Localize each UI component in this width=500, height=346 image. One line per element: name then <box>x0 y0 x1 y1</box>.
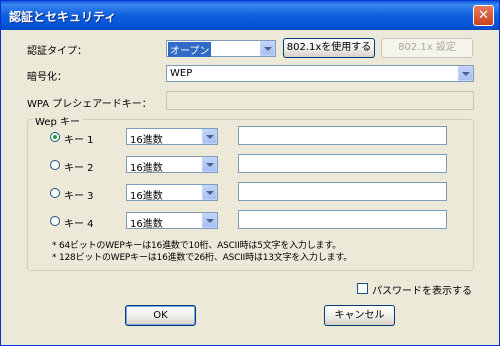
key-1-format-select[interactable]: 16進数 <box>126 128 218 146</box>
chevron-down-icon[interactable] <box>202 213 217 228</box>
encryption-label: 暗号化： <box>27 72 67 83</box>
key-1-radio[interactable] <box>50 132 60 142</box>
key-1-label: キー 1 <box>64 135 94 146</box>
wpa-psk-field[interactable] <box>166 91 474 110</box>
close-button[interactable]: ✕ <box>473 5 494 26</box>
wep-note-128bit: * 128ビットのWEPキーは16進数で26桁、ASCII時は13文字を入力しま… <box>52 253 353 263</box>
title-bar[interactable]: 認証とセキュリティ ✕ <box>1 1 499 30</box>
key-3-format-select[interactable]: 16進数 <box>126 184 218 202</box>
key-3-format-value: 16進数 <box>130 191 163 202</box>
show-password-label: パスワードを表示する <box>372 286 472 297</box>
key-2-input[interactable] <box>238 154 447 173</box>
key-2-radio[interactable] <box>50 160 60 170</box>
key-4-label: キー 4 <box>64 219 94 230</box>
dialog-window: 認証とセキュリティ ✕ 認証タイプ： オープン 802.1xを使用する 802.… <box>0 0 500 346</box>
key-1-input[interactable] <box>238 126 447 145</box>
key-2-format-select[interactable]: 16進数 <box>126 156 218 174</box>
key-3-radio[interactable] <box>50 188 60 198</box>
8021x-settings-button[interactable]: 802.1x 設定 <box>381 38 473 58</box>
close-icon: ✕ <box>478 8 489 23</box>
key-4-format-value: 16進数 <box>130 219 163 230</box>
encryption-value: WEP <box>170 68 193 79</box>
chevron-down-icon[interactable] <box>260 41 275 56</box>
chevron-down-icon[interactable] <box>458 66 473 81</box>
key-4-input[interactable] <box>238 210 447 229</box>
auth-type-select[interactable]: オープン <box>166 40 276 57</box>
key-4-radio[interactable] <box>50 216 60 226</box>
wep-key-group-title: Wep キー <box>33 113 82 128</box>
key-3-label: キー 3 <box>64 191 94 202</box>
chevron-down-icon[interactable] <box>202 157 217 172</box>
key-1-format-value: 16進数 <box>130 135 163 146</box>
chevron-down-icon[interactable] <box>202 129 217 144</box>
window-title: 認証とセキュリティ <box>9 10 117 24</box>
use-8021x-button[interactable]: 802.1xを使用する <box>283 38 375 58</box>
key-2-label: キー 2 <box>64 163 94 174</box>
show-password-checkbox[interactable] <box>357 283 368 294</box>
wpa-psk-label: WPA プレシェアードキー： <box>27 99 152 110</box>
key-2-format-value: 16進数 <box>130 163 163 174</box>
key-3-input[interactable] <box>238 182 447 201</box>
auth-type-value: オープン <box>168 42 212 57</box>
encryption-select[interactable]: WEP <box>166 65 474 82</box>
cancel-button[interactable]: キャンセル <box>324 305 395 326</box>
chevron-down-icon[interactable] <box>202 185 217 200</box>
key-4-format-select[interactable]: 16進数 <box>126 212 218 230</box>
auth-type-label: 認証タイプ： <box>27 46 87 57</box>
ok-button[interactable]: OK <box>125 305 196 326</box>
